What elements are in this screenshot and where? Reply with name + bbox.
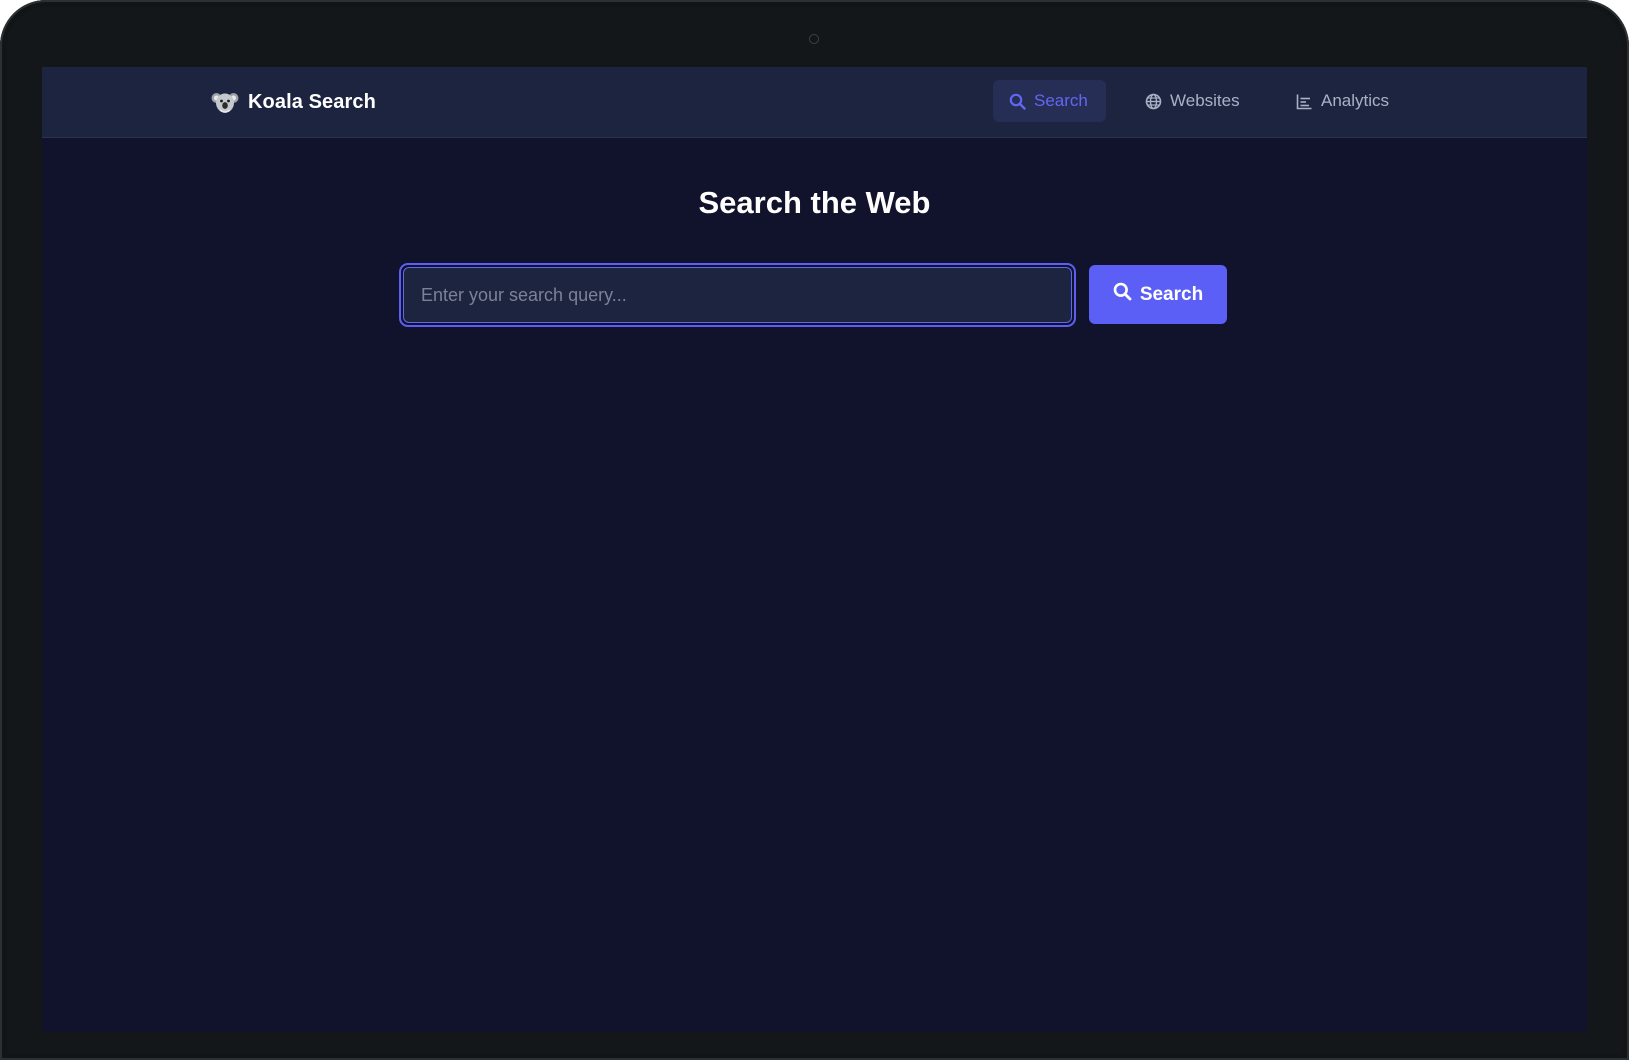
- nav-item-label: Search: [1034, 91, 1088, 110]
- brand[interactable]: Koala Search: [211, 87, 376, 117]
- search-input[interactable]: [403, 267, 1072, 323]
- globe-icon: [1145, 93, 1162, 110]
- search-input-focus-ring: [399, 263, 1076, 327]
- search-icon: [1009, 93, 1026, 110]
- nav-item-label: Analytics: [1321, 91, 1390, 110]
- nav-item-analytics[interactable]: Analytics: [1280, 80, 1416, 122]
- brand-name: Koala Search: [248, 90, 376, 113]
- koala-icon: [211, 89, 239, 115]
- search-button[interactable]: Search: [1089, 265, 1227, 324]
- nav-item-search[interactable]: Search: [993, 80, 1106, 122]
- browser-viewport: Koala Search Search Websites Analytics S…: [42, 67, 1587, 1032]
- page-title: Search the Web: [698, 185, 931, 220]
- device-frame: Koala Search Search Websites Analytics S…: [0, 0, 1629, 1060]
- search-icon: [1113, 282, 1132, 307]
- search-button-label: Search: [1139, 283, 1204, 305]
- camera-icon: [809, 34, 819, 44]
- nav-item-label: Websites: [1170, 91, 1240, 110]
- bar-chart-icon: [1296, 93, 1313, 110]
- top-navbar: Koala Search Search Websites Analytics: [42, 67, 1587, 138]
- nav-item-websites[interactable]: Websites: [1129, 80, 1256, 122]
